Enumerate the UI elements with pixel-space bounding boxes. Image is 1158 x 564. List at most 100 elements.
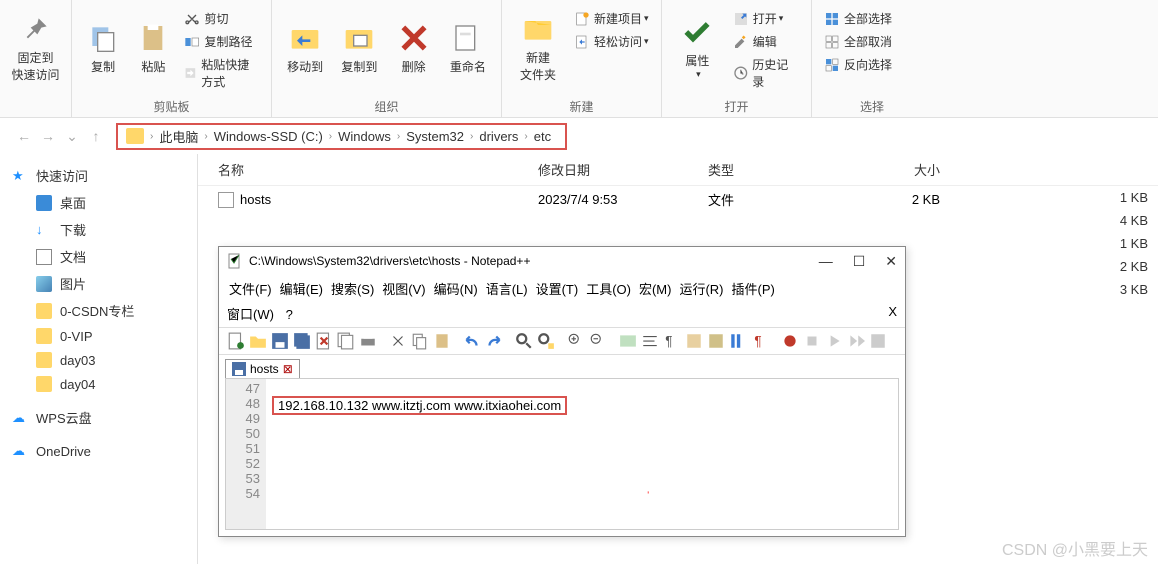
select-all-button[interactable]: 全部选择 — [820, 8, 896, 29]
npp-gutter: 47 48 49 50 51 52 53 54 — [226, 379, 266, 529]
zoom-in-icon[interactable] — [567, 332, 585, 350]
npp-editor[interactable]: 47 48 49 50 51 52 53 54 192.168.10.132 w… — [225, 378, 899, 530]
save-icon[interactable] — [271, 332, 289, 350]
playback-icon[interactable] — [847, 332, 865, 350]
stop-icon[interactable] — [803, 332, 821, 350]
history-button[interactable]: 历史记录 — [729, 54, 803, 92]
zoom-out-icon[interactable] — [589, 332, 607, 350]
folder-view-icon[interactable] — [707, 332, 725, 350]
play-icon[interactable] — [825, 332, 843, 350]
menu-close-x[interactable]: X — [888, 304, 897, 323]
select-none-button[interactable]: 全部取消 — [820, 31, 896, 52]
npp-code[interactable]: 192.168.10.132 www.itztj.com www.itxiaoh… — [266, 379, 898, 529]
sidebar-item-quick-access[interactable]: ★快速访问 — [0, 162, 197, 189]
close-file-icon[interactable] — [315, 332, 333, 350]
invert-selection-button[interactable]: 反向选择 — [820, 54, 896, 75]
redo-icon[interactable] — [485, 332, 503, 350]
find-icon[interactable] — [515, 332, 533, 350]
move-to-button[interactable]: 移动到 — [280, 4, 330, 92]
record-icon[interactable] — [781, 332, 799, 350]
back-button[interactable]: ← — [12, 124, 36, 148]
file-row[interactable]: hosts 2023/7/4 9:53 文件 2 KB — [198, 186, 1158, 213]
up-button[interactable]: ↑ — [84, 124, 108, 148]
menu-view[interactable]: 视图(V) — [380, 279, 427, 298]
sidebar-item-day04[interactable]: day04 — [0, 372, 197, 396]
menu-help[interactable]: ? — [286, 307, 293, 322]
header-name[interactable]: 名称 — [218, 160, 538, 179]
menu-edit[interactable]: 编辑(E) — [278, 279, 325, 298]
crumb-drivers[interactable]: drivers — [473, 129, 524, 144]
menu-macro[interactable]: 宏(M) — [637, 279, 674, 298]
open-file-icon[interactable] — [249, 332, 267, 350]
sidebar-item-desktop[interactable]: 桌面 — [0, 189, 197, 216]
crumb-system32[interactable]: System32 — [400, 129, 470, 144]
menu-encoding[interactable]: 编码(N) — [432, 279, 480, 298]
rename-button[interactable]: 重命名 — [443, 4, 493, 92]
replace-icon[interactable] — [537, 332, 555, 350]
npp-titlebar[interactable]: C:\Windows\System32\drivers\etc\hosts - … — [219, 247, 905, 275]
paste-icon — [137, 22, 169, 54]
paste-icon[interactable] — [433, 332, 451, 350]
pin-button[interactable]: 固定到 快速访问 — [8, 4, 63, 92]
copy-icon[interactable] — [411, 332, 429, 350]
header-size[interactable]: 大小 — [860, 160, 940, 179]
easy-access-button[interactable]: 轻松访问 — [570, 31, 653, 52]
menu-language[interactable]: 语言(L) — [484, 279, 530, 298]
npp-tab-hosts[interactable]: hosts ⊠ — [225, 359, 300, 378]
copy-button[interactable]: 复制 — [80, 4, 126, 92]
minimize-button[interactable]: — — [819, 253, 833, 270]
paste-button[interactable]: 粘贴 — [130, 4, 176, 92]
sidebar-item-csdn[interactable]: 0-CSDN专栏 — [0, 297, 197, 324]
crumb-windows[interactable]: Windows — [332, 129, 397, 144]
print-icon[interactable] — [359, 332, 377, 350]
doc-map-icon[interactable] — [729, 332, 747, 350]
cut-icon[interactable] — [389, 332, 407, 350]
indent-icon[interactable] — [685, 332, 703, 350]
wrap-icon[interactable] — [641, 332, 659, 350]
sidebar-item-onedrive[interactable]: ☁OneDrive — [0, 439, 197, 463]
cut-button[interactable]: 剪切 — [180, 8, 263, 29]
maximize-button[interactable]: ☐ — [853, 253, 866, 270]
menu-window[interactable]: 窗口(W) — [227, 307, 274, 322]
crumb-pc[interactable]: 此电脑 — [153, 127, 204, 146]
close-button[interactable]: ✕ — [885, 253, 897, 270]
new-item-button[interactable]: 新建项目 — [570, 8, 653, 29]
edit-button[interactable]: 编辑 — [729, 31, 803, 52]
sidebar-item-wps[interactable]: ☁WPS云盘 — [0, 404, 197, 431]
crumb-etc[interactable]: etc — [528, 129, 557, 144]
sidebar-item-vip[interactable]: 0-VIP — [0, 324, 197, 348]
tab-close-icon[interactable]: ⊠ — [283, 362, 293, 376]
menu-settings[interactable]: 设置(T) — [534, 279, 581, 298]
sync-icon[interactable] — [619, 332, 637, 350]
save-all-icon[interactable] — [293, 332, 311, 350]
folder-icon — [36, 376, 52, 392]
sidebar-item-day03[interactable]: day03 — [0, 348, 197, 372]
header-date[interactable]: 修改日期 — [538, 160, 708, 179]
header-type[interactable]: 类型 — [708, 160, 860, 179]
undo-icon[interactable] — [463, 332, 481, 350]
menu-run[interactable]: 运行(R) — [677, 279, 725, 298]
menu-search[interactable]: 搜索(S) — [329, 279, 376, 298]
save-macro-icon[interactable] — [869, 332, 887, 350]
menu-tools[interactable]: 工具(O) — [584, 279, 633, 298]
sidebar-item-documents[interactable]: 文档 — [0, 243, 197, 270]
disk-icon — [232, 362, 246, 376]
copy-to-button[interactable]: 复制到 — [334, 4, 384, 92]
sidebar-item-pictures[interactable]: 图片 — [0, 270, 197, 297]
crumb-c[interactable]: Windows-SSD (C:) — [208, 129, 329, 144]
new-folder-button[interactable]: 新建 文件夹 — [510, 4, 566, 92]
delete-button[interactable]: 删除 — [389, 4, 439, 92]
func-list-icon[interactable]: ¶ — [751, 332, 769, 350]
copy-path-button[interactable]: 复制路径 — [180, 31, 263, 52]
paste-shortcut-button[interactable]: 粘贴快捷方式 — [180, 54, 263, 92]
new-file-icon[interactable] — [227, 332, 245, 350]
sidebar-item-downloads[interactable]: ↓下载 — [0, 216, 197, 243]
show-chars-icon[interactable]: ¶ — [663, 332, 681, 350]
open-button[interactable]: 打开 — [729, 8, 803, 29]
menu-file[interactable]: 文件(F) — [227, 279, 274, 298]
menu-plugins[interactable]: 插件(P) — [730, 279, 777, 298]
forward-button[interactable]: → — [36, 124, 60, 148]
recent-button[interactable]: ⌄ — [60, 124, 84, 148]
properties-button[interactable]: 属性 — [670, 4, 725, 92]
close-all-icon[interactable] — [337, 332, 355, 350]
